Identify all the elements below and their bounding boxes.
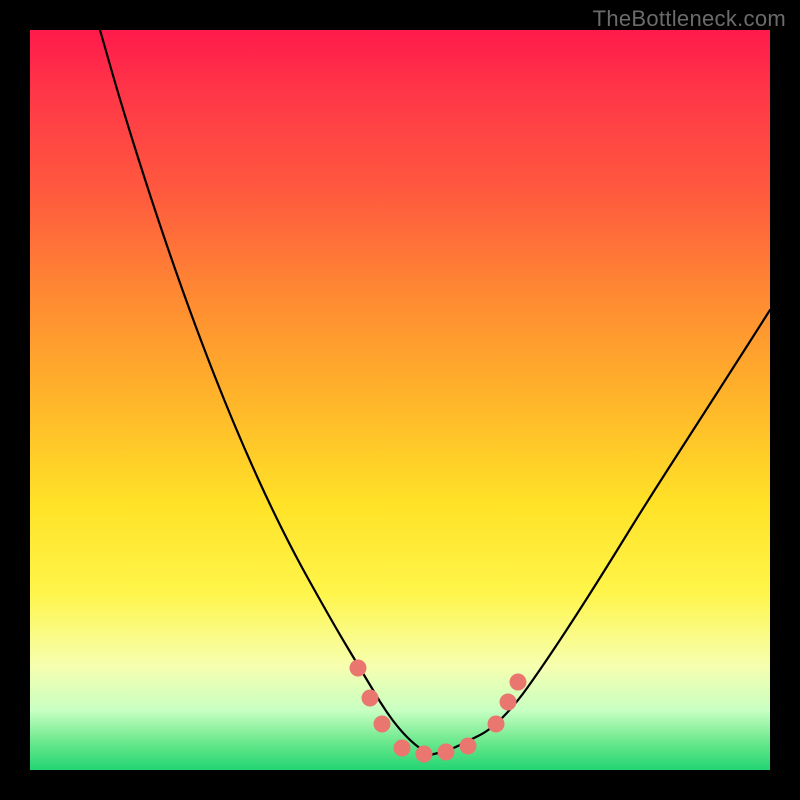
data-marker <box>362 690 379 707</box>
chart-frame: TheBottleneck.com <box>0 0 800 800</box>
right-curve <box>430 310 770 755</box>
data-marker <box>488 716 505 733</box>
data-marker <box>350 660 367 677</box>
data-marker <box>374 716 391 733</box>
data-marker <box>460 738 477 755</box>
data-marker <box>416 746 433 763</box>
data-marker <box>438 744 455 761</box>
data-marker <box>500 694 517 711</box>
plot-area <box>30 30 770 770</box>
watermark-text: TheBottleneck.com <box>593 6 786 32</box>
data-marker <box>510 674 527 691</box>
left-curve <box>100 30 430 755</box>
markers-group <box>350 660 527 763</box>
curves-svg <box>30 30 770 770</box>
data-marker <box>394 740 411 757</box>
